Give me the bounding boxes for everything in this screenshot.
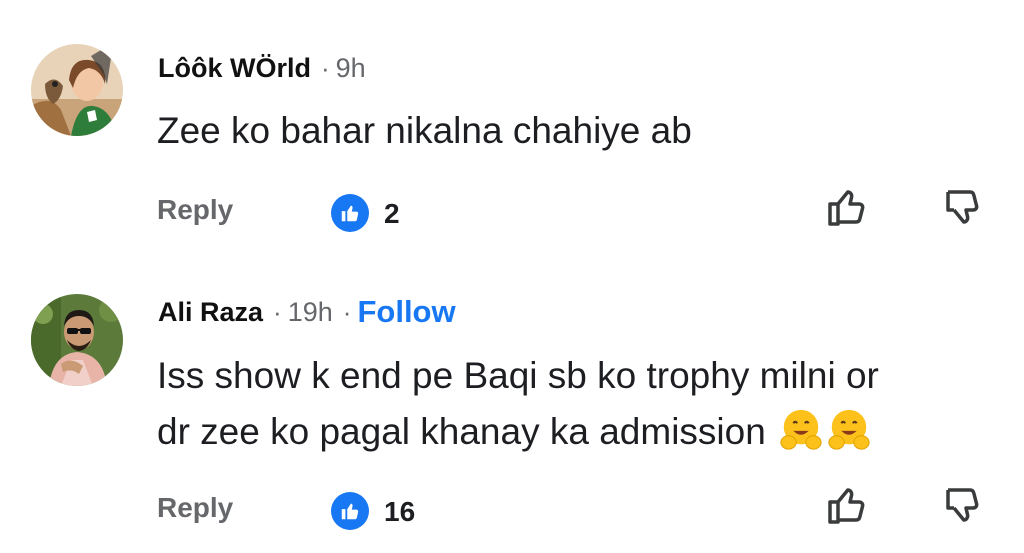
separator: · bbox=[320, 52, 330, 83]
like-count[interactable]: 16 bbox=[384, 496, 415, 528]
reply-button[interactable]: Reply bbox=[157, 194, 233, 226]
downvote-button[interactable] bbox=[940, 482, 988, 530]
comment-header: Lôôk WÖrld · 9h bbox=[158, 48, 366, 88]
comment-text-line: dr zee ko pagal khanay ka admission bbox=[157, 404, 879, 460]
avatar-man-sunglasses-icon bbox=[31, 294, 123, 386]
hugging-face-emoji-icon bbox=[780, 409, 822, 450]
follow-button[interactable]: Follow bbox=[357, 294, 455, 330]
like-count[interactable]: 2 bbox=[384, 198, 400, 230]
downvote-button[interactable] bbox=[940, 184, 988, 232]
thumbs-up-icon bbox=[341, 503, 359, 520]
comment-text: Iss show k end pe Baqi sb ko trophy miln… bbox=[157, 348, 879, 460]
author-name[interactable]: Ali Raza bbox=[158, 297, 263, 328]
thumbs-down-outline-icon bbox=[946, 488, 979, 522]
separator: · bbox=[273, 296, 282, 327]
upvote-button[interactable] bbox=[822, 482, 870, 530]
upvote-button[interactable] bbox=[822, 184, 870, 232]
avatar-girl-with-falcon-icon bbox=[31, 44, 123, 136]
like-reaction-icon[interactable] bbox=[331, 194, 369, 232]
comment-header: Ali Raza · 19h · Follow bbox=[158, 292, 456, 332]
timestamp[interactable]: 9h bbox=[336, 53, 366, 84]
reply-button[interactable]: Reply bbox=[157, 492, 233, 524]
timestamp[interactable]: 19h bbox=[288, 297, 333, 328]
thumbs-up-outline-icon bbox=[828, 488, 865, 524]
like-reaction-icon[interactable] bbox=[331, 492, 369, 530]
thumbs-down-outline-icon bbox=[946, 190, 979, 224]
thumbs-up-outline-icon bbox=[828, 190, 865, 226]
hugging-face-emoji-icon bbox=[828, 409, 870, 450]
comment-text: Zee ko bahar nikalna chahiye ab bbox=[157, 110, 692, 151]
comment-text-segment: dr zee ko pagal khanay ka admission bbox=[157, 411, 766, 452]
comment-actions: Reply 16 bbox=[0, 478, 1024, 538]
avatar[interactable] bbox=[31, 44, 123, 136]
thumbs-up-icon bbox=[341, 205, 359, 222]
comment-text-line: Iss show k end pe Baqi sb ko trophy miln… bbox=[157, 355, 879, 396]
comment-actions: Reply 2 bbox=[0, 180, 1024, 240]
separator: · bbox=[342, 296, 352, 327]
avatar[interactable] bbox=[31, 294, 123, 386]
author-name[interactable]: Lôôk WÖrld bbox=[158, 53, 311, 84]
